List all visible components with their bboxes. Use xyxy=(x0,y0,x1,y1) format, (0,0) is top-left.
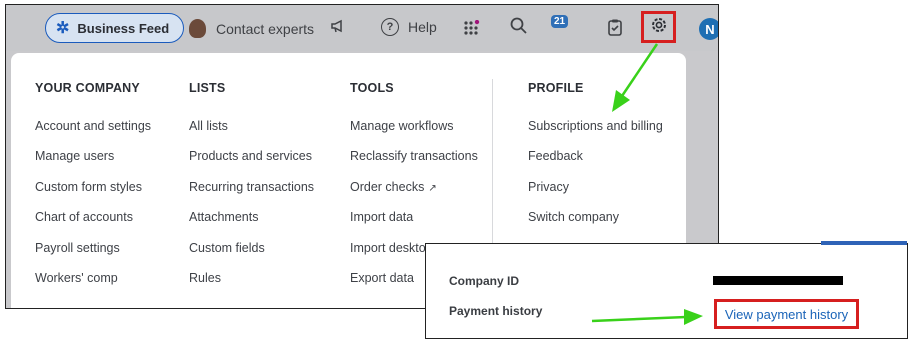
user-avatar[interactable]: N xyxy=(699,18,718,40)
business-feed-button[interactable]: ✲ Business Feed xyxy=(45,13,185,43)
menu-item-order-checks[interactable]: Order checks ↗ xyxy=(350,172,478,202)
notifications-button[interactable]: 21 xyxy=(551,15,569,28)
gear-icon xyxy=(650,16,668,39)
tools-heading: TOOLS xyxy=(350,81,394,95)
view-payment-history-link[interactable]: View payment history xyxy=(725,307,848,322)
lists-column: LISTS All lists Products and services Re… xyxy=(189,81,314,293)
menu-item-custom-form-styles[interactable]: Custom form styles xyxy=(35,172,151,202)
megaphone-icon[interactable] xyxy=(330,18,346,34)
external-link-icon: ↗ xyxy=(428,182,437,194)
sparkle-icon: ✲ xyxy=(56,20,70,37)
billing-inset-screenshot: Company ID Payment history View payment … xyxy=(425,241,908,339)
menu-item-privacy[interactable]: Privacy xyxy=(528,172,663,202)
menu-item-chart-of-accounts[interactable]: Chart of accounts xyxy=(35,202,151,232)
contact-experts-label: Contact experts xyxy=(216,20,315,37)
menu-item-custom-fields[interactable]: Custom fields xyxy=(189,233,314,263)
redacted-company-id xyxy=(713,276,843,285)
notifications-count: 21 xyxy=(551,15,569,28)
menu-item-recurring-transactions[interactable]: Recurring transactions xyxy=(189,172,314,202)
menu-item-feedback[interactable]: Feedback xyxy=(528,141,663,171)
menu-item-all-lists[interactable]: All lists xyxy=(189,111,314,141)
order-checks-label: Order checks xyxy=(350,179,425,194)
your-company-heading: YOUR COMPANY xyxy=(35,81,140,95)
menu-item-payroll-settings[interactable]: Payroll settings xyxy=(35,233,151,263)
search-icon[interactable] xyxy=(510,17,527,34)
clipboard-check-icon[interactable] xyxy=(608,19,622,36)
lists-heading: LISTS xyxy=(189,81,226,95)
inset-accent-line xyxy=(821,241,907,245)
settings-gear-button[interactable] xyxy=(641,11,676,43)
menu-item-workers-comp[interactable]: Workers' comp xyxy=(35,263,151,293)
payment-history-label: Payment history xyxy=(449,304,543,318)
menu-item-switch-company[interactable]: Switch company xyxy=(528,202,663,232)
contact-experts-button[interactable]: Contact experts xyxy=(189,19,314,38)
expert-avatar-icon xyxy=(189,19,206,38)
menu-item-import-data[interactable]: Import data xyxy=(350,202,478,232)
profile-heading: PROFILE xyxy=(528,81,584,95)
company-id-label: Company ID xyxy=(449,274,520,288)
view-payment-history-highlight: View payment history xyxy=(714,299,859,329)
menu-item-subscriptions-and-billing[interactable]: Subscriptions and billing xyxy=(528,111,663,141)
menu-item-rules[interactable]: Rules xyxy=(189,263,314,293)
help-label: Help xyxy=(408,19,437,35)
your-company-column: YOUR COMPANY Account and settings Manage… xyxy=(35,81,151,293)
menu-item-account-and-settings[interactable]: Account and settings xyxy=(35,111,151,141)
menu-item-products-and-services[interactable]: Products and services xyxy=(189,141,314,171)
help-icon: ? xyxy=(381,18,399,36)
profile-column: PROFILE Subscriptions and billing Feedba… xyxy=(528,81,663,233)
menu-item-reclassify-transactions[interactable]: Reclassify transactions xyxy=(350,141,478,171)
business-feed-label: Business Feed xyxy=(77,20,170,36)
menu-item-manage-workflows[interactable]: Manage workflows xyxy=(350,111,478,141)
apps-grid-icon[interactable] xyxy=(464,20,480,36)
menu-item-attachments[interactable]: Attachments xyxy=(189,202,314,232)
menu-item-manage-users[interactable]: Manage users xyxy=(35,141,151,171)
top-navigation-bar: ✲ Business Feed Contact experts ? Help 2… xyxy=(6,5,718,51)
help-button[interactable]: ? Help xyxy=(381,18,437,36)
